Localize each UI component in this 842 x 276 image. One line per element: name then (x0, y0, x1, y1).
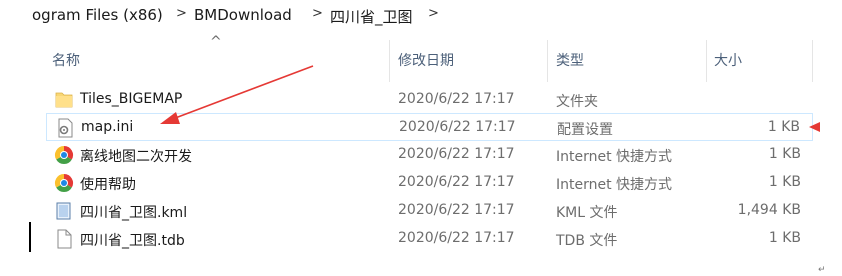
text-cursor (29, 222, 31, 252)
annotation-arrow-icon (160, 65, 314, 124)
annotation-overlay (160, 65, 820, 132)
annotation-pointer-icon (809, 122, 820, 132)
paragraph-mark-icon: ↵ (818, 265, 826, 275)
